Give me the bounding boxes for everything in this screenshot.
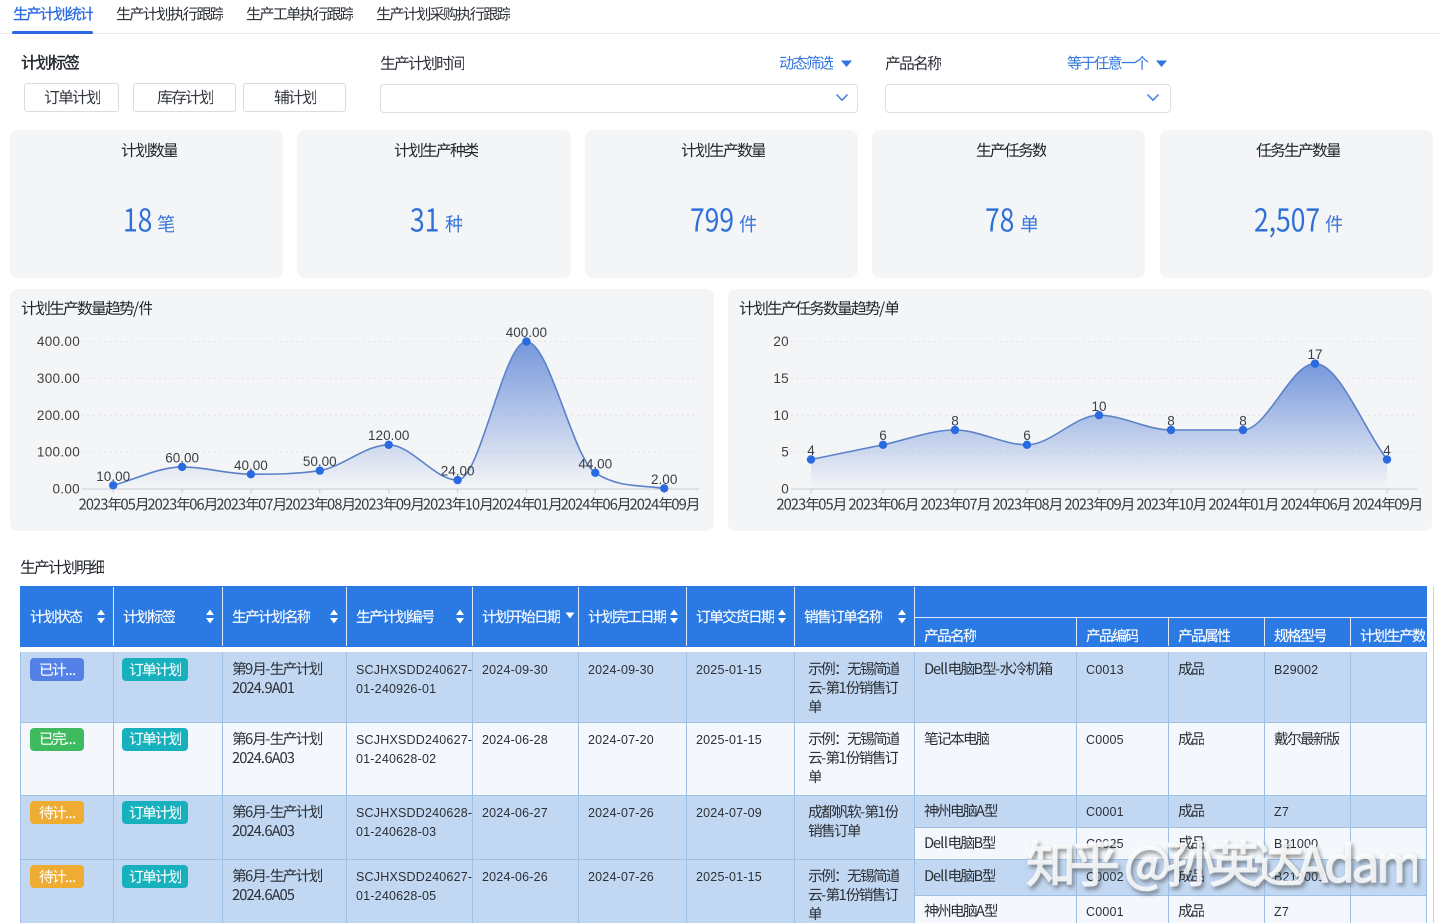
svg-text:400.00: 400.00 — [37, 334, 80, 349]
svg-text:50.00: 50.00 — [303, 454, 337, 469]
svg-text:5: 5 — [781, 445, 789, 460]
svg-text:2.00: 2.00 — [651, 472, 677, 487]
svg-text:60.00: 60.00 — [165, 450, 199, 465]
svg-text:400.00: 400.00 — [506, 325, 547, 340]
svg-text:20: 20 — [773, 334, 789, 349]
svg-text:0: 0 — [781, 482, 789, 497]
svg-text:300.00: 300.00 — [37, 371, 80, 386]
svg-text:10: 10 — [773, 408, 789, 423]
svg-text:8: 8 — [951, 414, 959, 429]
svg-text:44.00: 44.00 — [578, 456, 612, 471]
svg-text:15: 15 — [773, 371, 789, 386]
svg-text:8: 8 — [1239, 414, 1247, 429]
svg-text:6: 6 — [1023, 428, 1031, 443]
svg-text:4: 4 — [1383, 443, 1391, 458]
svg-text:10.00: 10.00 — [96, 469, 130, 484]
svg-text:24.00: 24.00 — [441, 464, 475, 479]
svg-text:40.00: 40.00 — [234, 458, 268, 473]
svg-text:200.00: 200.00 — [37, 408, 80, 423]
svg-text:4: 4 — [807, 443, 815, 458]
svg-text:0.00: 0.00 — [53, 482, 80, 497]
svg-text:8: 8 — [1167, 414, 1175, 429]
svg-text:17: 17 — [1307, 347, 1322, 362]
svg-text:10: 10 — [1091, 399, 1106, 414]
svg-text:6: 6 — [879, 428, 887, 443]
svg-text:120.00: 120.00 — [368, 428, 409, 443]
svg-text:100.00: 100.00 — [37, 445, 80, 460]
